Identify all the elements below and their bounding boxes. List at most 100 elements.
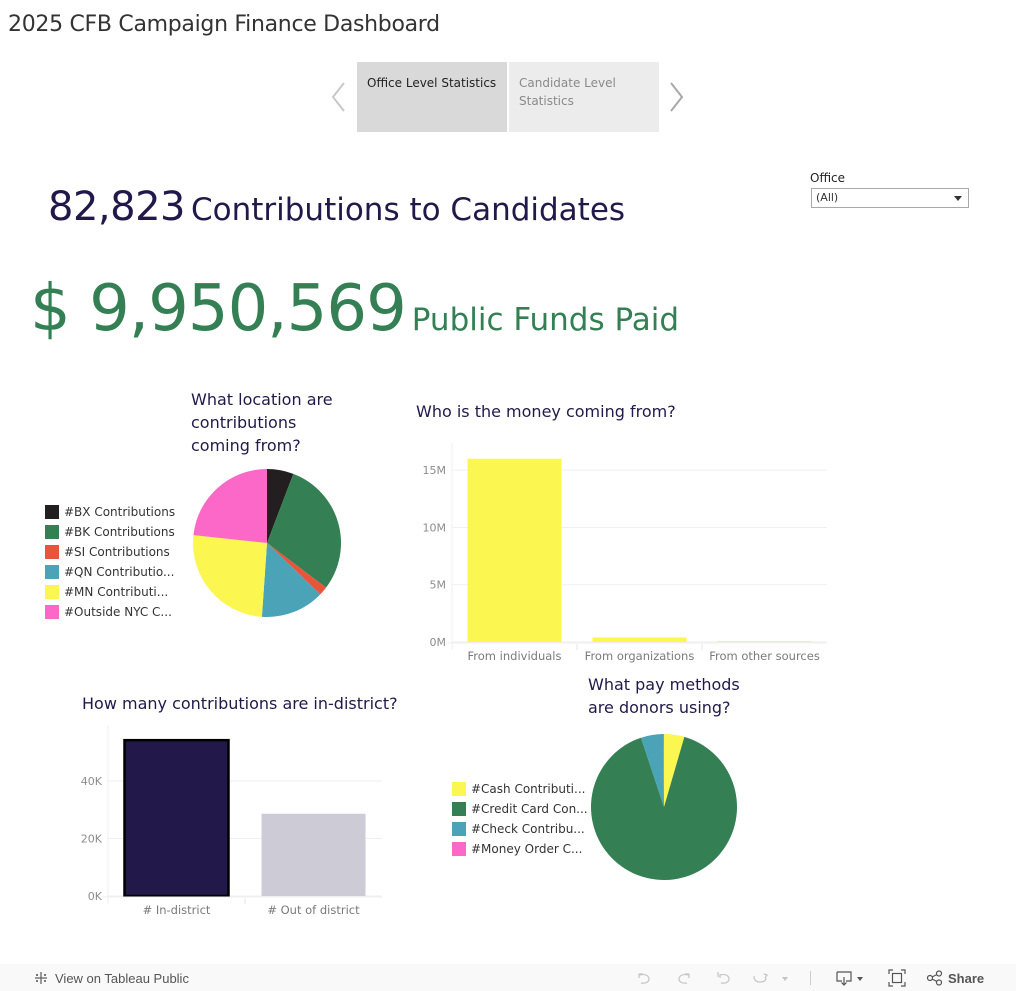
bar-out-of-district[interactable] [261, 813, 366, 896]
legend-label: #SI Contributions [64, 545, 170, 559]
undo-icon [638, 973, 650, 984]
legend-item[interactable]: #QN Contributio... [45, 562, 175, 582]
x-tick-label: # Out of district [267, 903, 360, 917]
legend-swatch [452, 822, 466, 836]
legend-item[interactable]: #BX Contributions [45, 502, 175, 522]
public-funds-amount: $ 9,950,569 [30, 272, 407, 346]
download-icon [836, 971, 863, 986]
office-filter-label: Office [810, 171, 846, 185]
undo-button[interactable] [635, 968, 653, 988]
previous-story-arrow[interactable] [329, 80, 349, 114]
legend-swatch [45, 565, 59, 579]
location-legend: #BX Contributions #BK Contributions #SI Co… [45, 502, 175, 622]
y-tick-label: 40K [81, 775, 103, 788]
story-point-label: Candidate Level Statistics [519, 76, 616, 108]
story-point-candidate-level[interactable]: Candidate Level Statistics [509, 62, 659, 132]
legend-item[interactable]: #SI Contributions [45, 542, 175, 562]
legend-swatch [452, 802, 466, 816]
legend-item[interactable]: #Cash Contributi... [452, 779, 586, 799]
paymethod-legend: #Cash Contributi... #Credit Card Con... #C… [452, 779, 588, 859]
legend-label: #Cash Contributi... [471, 782, 586, 796]
tableau-toolbar: View on Tableau Public Share [0, 964, 1016, 991]
source-chart-title: Who is the money coming from? [416, 402, 676, 421]
legend-swatch [452, 782, 466, 796]
legend-item[interactable]: #Credit Card Con... [452, 799, 588, 819]
x-tick-label: From other sources [709, 649, 820, 663]
download-button[interactable] [836, 968, 866, 988]
district-bar-chart: 0K 20K 40K # In-district # Out of district [81, 725, 382, 917]
title-line: contributions [191, 413, 297, 432]
legend-item[interactable]: #MN Contributi... [45, 582, 175, 602]
tableau-logo-icon [35, 972, 47, 984]
pause-dropdown-button[interactable] [780, 968, 790, 988]
title-line: are donors using? [588, 698, 731, 717]
legend-label: #MN Contributi... [64, 585, 169, 599]
legend-swatch [45, 525, 59, 539]
y-tick-label: 10M [423, 521, 447, 534]
title-line: What location are [191, 390, 333, 409]
share-icon [926, 970, 943, 986]
legend-swatch [45, 585, 59, 599]
legend-label: #Credit Card Con... [471, 802, 588, 816]
chevron-left-icon [331, 82, 345, 112]
office-filter-dropdown[interactable]: (All) [811, 188, 969, 208]
office-filter-value: (All) [816, 191, 839, 204]
next-story-arrow[interactable] [667, 80, 687, 114]
view-on-tableau-label: View on Tableau Public [55, 970, 189, 986]
public-funds-label: Public Funds Paid [411, 302, 680, 338]
title-line: What pay methods [588, 675, 740, 694]
legend-label: #Check Contribu... [471, 822, 585, 836]
legend-item[interactable]: #BK Contributions [45, 522, 175, 542]
bar-in-district[interactable] [123, 738, 230, 898]
bar-from-organizations[interactable] [592, 637, 687, 642]
y-tick-label: 0M [430, 636, 447, 649]
contributions-kpi: 82,823 Contributions to Candidates [48, 184, 625, 230]
revert-icon [717, 972, 730, 984]
legend-item[interactable]: #Money Order C... [452, 839, 582, 859]
district-chart-title: How many contributions are in-district? [82, 694, 398, 713]
contributions-count: 82,823 [48, 184, 185, 230]
toolbar-divider [810, 971, 811, 985]
legend-label: #Outside NYC C... [64, 605, 172, 619]
fullscreen-button[interactable] [888, 968, 906, 988]
title-line: coming from? [191, 436, 301, 455]
redo-icon [678, 973, 690, 984]
bar-from-other-sources[interactable] [717, 641, 812, 643]
y-tick-label: 0K [88, 890, 103, 903]
y-tick-label: 15M [423, 464, 447, 477]
location-chart-title: What location are contributions coming f… [191, 388, 333, 457]
public-funds-kpi: $ 9,950,569 Public Funds Paid [30, 272, 679, 346]
contributions-label: Contributions to Candidates [190, 192, 626, 228]
refresh-button[interactable] [751, 968, 769, 988]
pie-slice-mn-contributi[interactable] [193, 535, 267, 617]
legend-item[interactable]: #Outside NYC C... [45, 602, 175, 622]
share-label: Share [948, 970, 985, 986]
legend-swatch [452, 842, 466, 856]
redo-button[interactable] [675, 968, 693, 988]
share-button[interactable]: Share [926, 968, 984, 988]
fullscreen-icon [888, 969, 906, 987]
refresh-icon [753, 973, 768, 983]
legend-swatch [45, 545, 59, 559]
paymethod-chart-title: What pay methods are donors using? [588, 673, 740, 719]
view-on-tableau-public-link[interactable]: View on Tableau Public [33, 968, 189, 988]
paymethod-pie-chart [591, 734, 737, 880]
source-bar-chart: 0M 5M 10M 15M From individuals From organizat… [423, 443, 827, 663]
legend-swatch [45, 505, 59, 519]
legend-label: #BX Contributions [64, 505, 176, 519]
pie-slice-outside-nyc-c[interactable] [193, 469, 267, 543]
revert-button[interactable] [715, 968, 733, 988]
legend-item[interactable]: #Check Contribu... [452, 819, 585, 839]
legend-label: #Money Order C... [471, 842, 583, 856]
legend-label: #BK Contributions [64, 525, 175, 539]
story-point-label: Office Level Statistics [367, 76, 497, 90]
bar-from-individuals[interactable] [467, 458, 562, 642]
x-tick-label: From organizations [585, 649, 695, 663]
location-pie-chart [193, 469, 341, 617]
y-tick-label: 20K [81, 833, 103, 846]
chevron-right-icon [670, 82, 684, 112]
story-point-office-level[interactable]: Office Level Statistics [357, 62, 507, 132]
y-tick-label: 5M [430, 579, 447, 592]
x-tick-label: # In-district [143, 903, 211, 917]
legend-swatch [45, 605, 59, 619]
